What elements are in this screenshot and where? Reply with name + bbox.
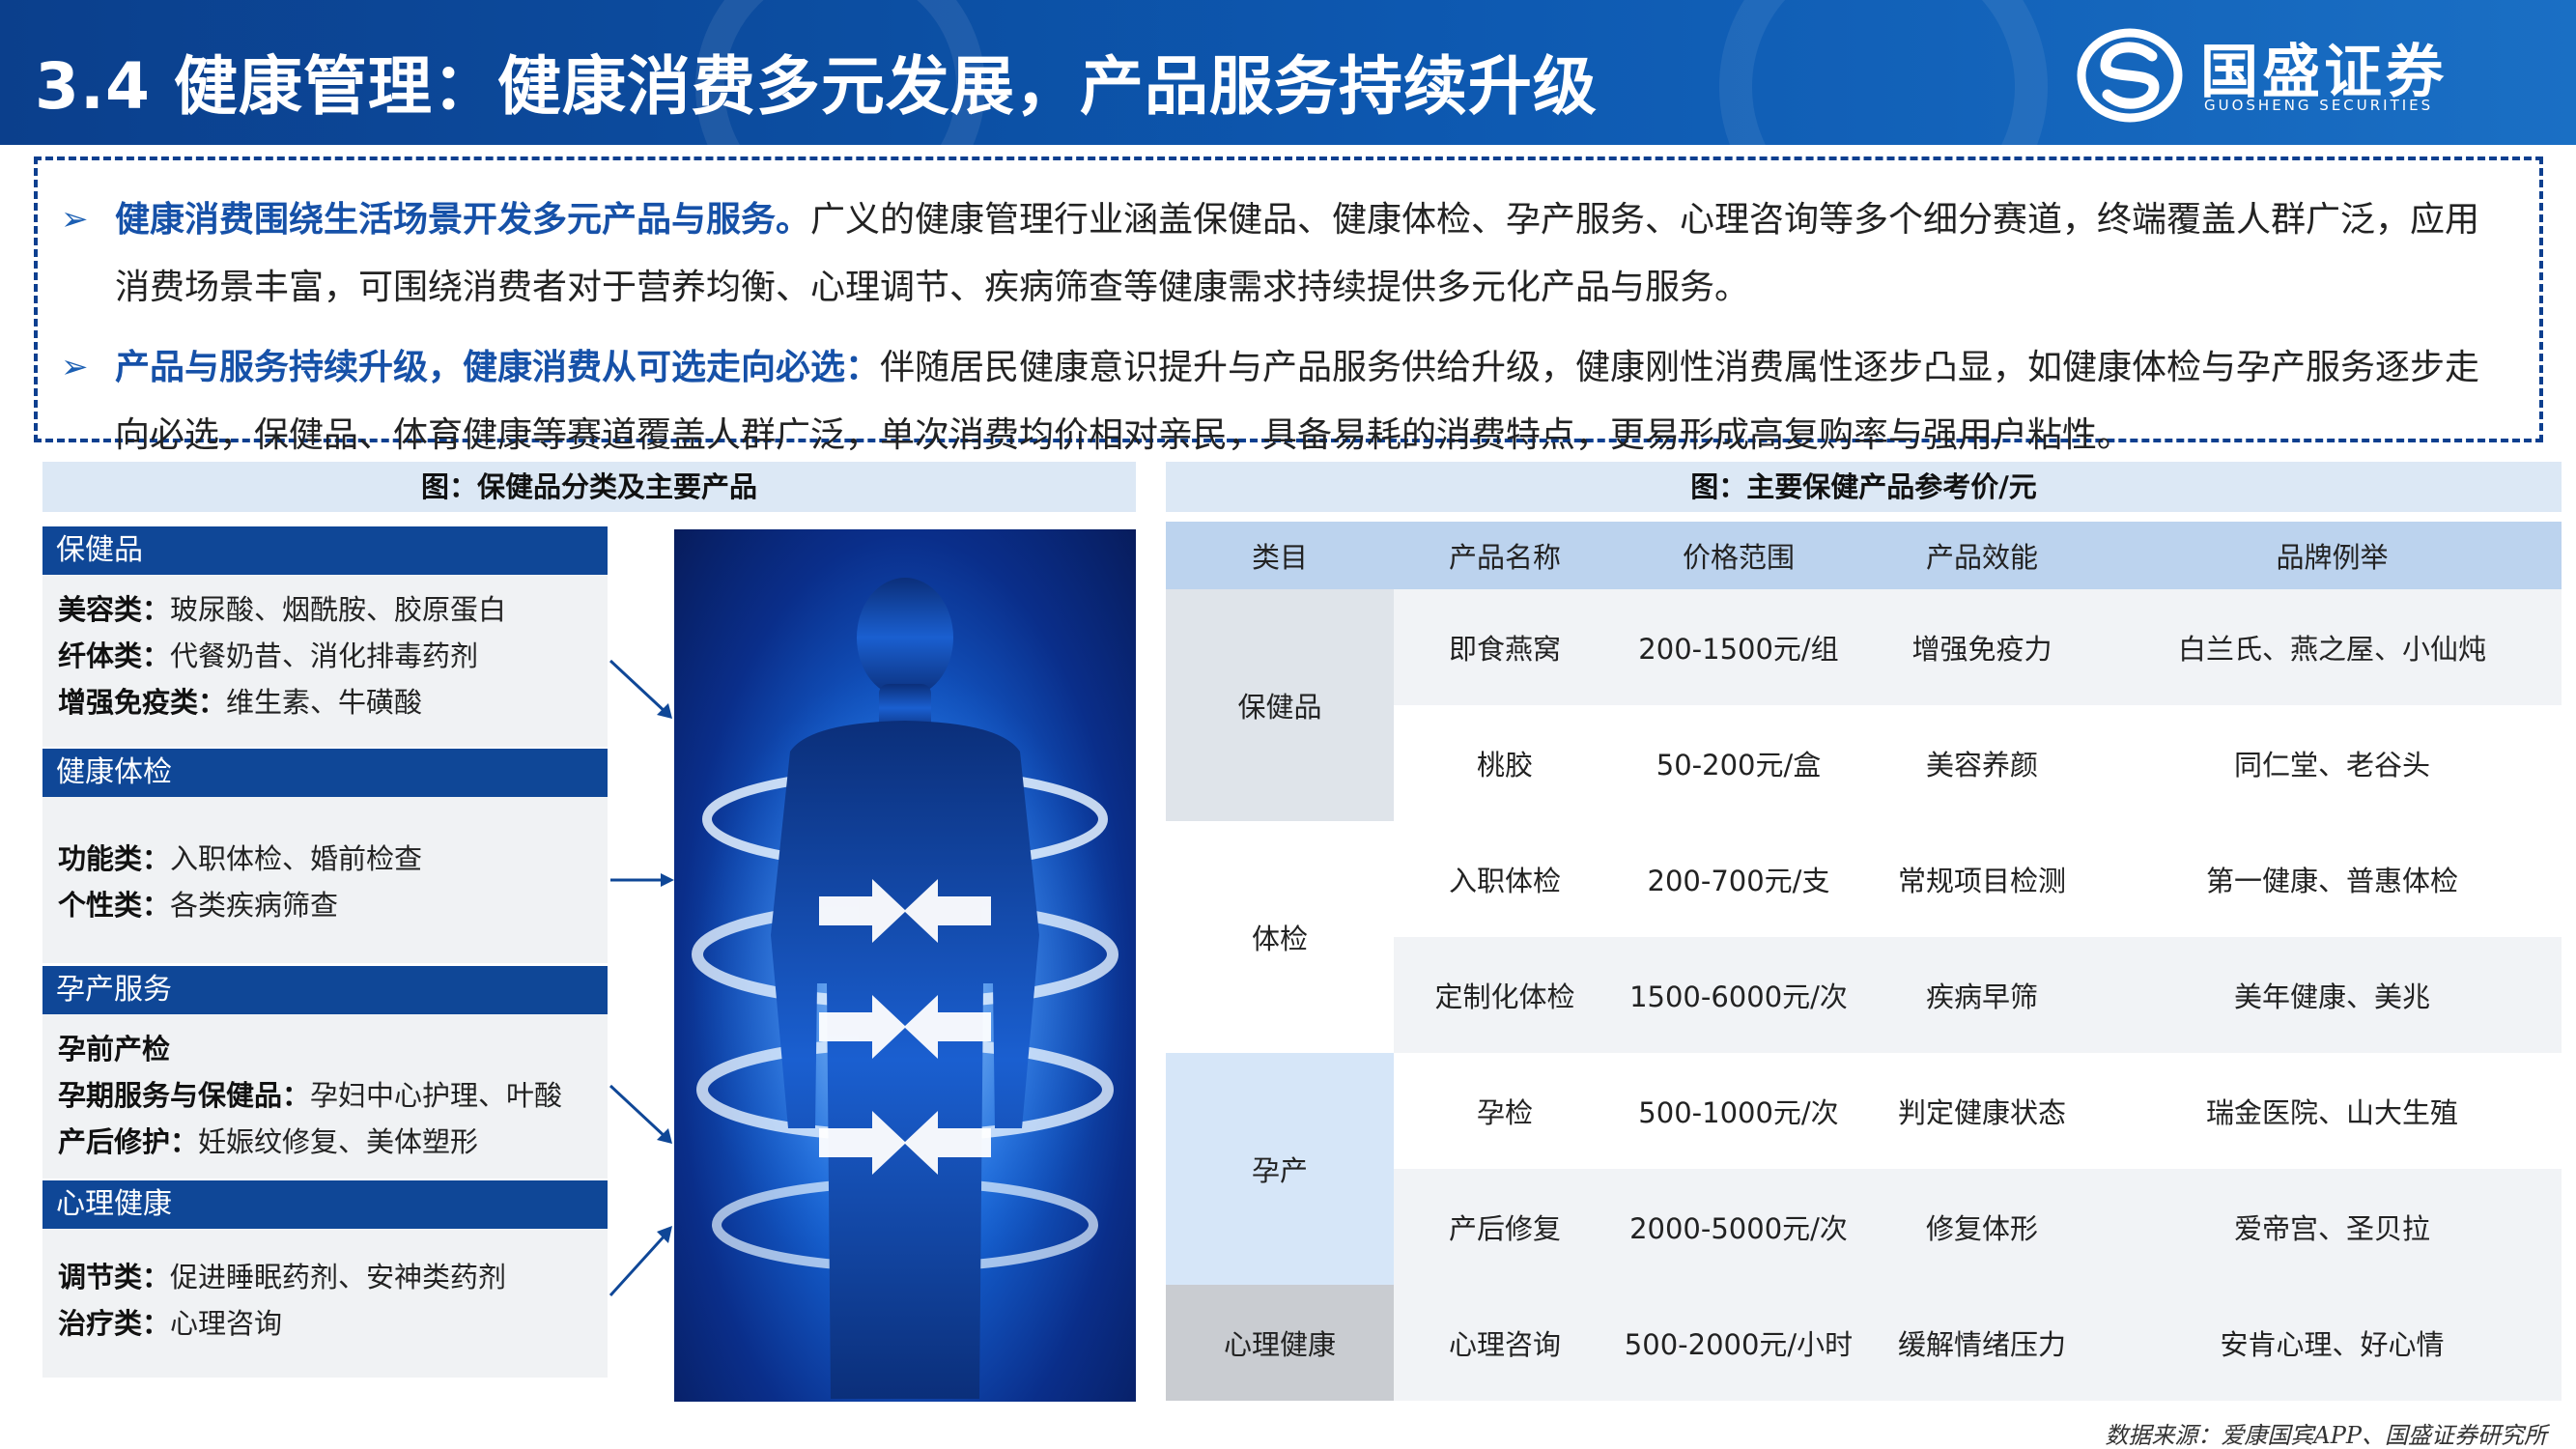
price-cell: 200-700元/支 xyxy=(1647,865,1830,897)
category-cell: 心理健康 xyxy=(1166,1285,1394,1401)
category-header: 心理健康 xyxy=(42,1180,608,1229)
product-cell: 即食燕窝 xyxy=(1394,589,1616,705)
category-line: 孕期服务与保健品：孕妇中心护理、叶酸 xyxy=(58,1079,563,1112)
product-cell: 定制化体检 xyxy=(1394,937,1616,1053)
logo-subtitle: GUOSHENG SECURITIES xyxy=(2204,97,2434,114)
price-cell: 2000-5000元/次 xyxy=(1616,1169,1861,1285)
efficacy-cell: 缓解情绪压力 xyxy=(1861,1285,2103,1401)
price-cell: 50-200元/盒 xyxy=(1656,749,1822,781)
category-line: 产后修护：妊娠纹修复、美体塑形 xyxy=(58,1125,479,1158)
category-line: 增强免疫类：维生素、牛磺酸 xyxy=(58,686,423,719)
efficacy-cell: 疾病早筛 xyxy=(1861,937,2103,1053)
efficacy-cell: 美容养颜 xyxy=(1925,749,2038,781)
category-line: 治疗类：心理咨询 xyxy=(58,1307,283,1340)
brand-cell: 美年健康、美兆 xyxy=(2103,937,2562,1053)
category-body: 功能类：入职体检、婚前检查 个性类：各类疾病筛查 xyxy=(42,797,608,963)
category-line: 调节类：促进睡眠药剂、安神类药剂 xyxy=(58,1261,507,1293)
column-header: 价格范围 xyxy=(1616,522,1861,589)
category-line: 孕前产检 xyxy=(58,1033,171,1065)
category-line: 纤体类：代餐奶昔、消化排毒药剂 xyxy=(58,639,479,672)
column-header: 类目 xyxy=(1166,522,1394,589)
product-cell: 产后修复 xyxy=(1394,1169,1616,1285)
category-cell: 孕产 xyxy=(1166,1053,1394,1285)
page-title: 3.4 健康管理：健康消费多元发展，产品服务持续升级 xyxy=(35,49,1598,124)
arrow-bullet-icon: ➢ xyxy=(61,200,89,239)
column-header: 产品效能 xyxy=(1861,522,2103,589)
category-header: 保健品 xyxy=(42,526,608,575)
category-body: 孕前产检 孕期服务与保健品：孕妇中心护理、叶酸 产后修护：妊娠纹修复、美体塑形 xyxy=(42,1014,608,1179)
intro-bullet: ➢ 健康消费围绕生活场景开发多元产品与服务。广义的健康管理行业涵盖保健品、健康体… xyxy=(61,185,2510,322)
bullet-lead: 产品与服务持续升级，健康消费从可选走向必选： xyxy=(115,347,881,387)
brand-cell: 瑞金医院、山大生殖 xyxy=(2205,1096,2458,1129)
company-logo: 国盛证券 GUOSHENG SECURITIES xyxy=(2077,21,2540,128)
brand-cell: 第一健康、普惠体检 xyxy=(2205,865,2458,897)
category-cell: 保健品 xyxy=(1166,589,1394,821)
brand-cell: 同仁堂、老谷头 xyxy=(2233,749,2430,781)
efficacy-cell: 判定健康状态 xyxy=(1897,1096,2066,1129)
category-cell: 体检 xyxy=(1166,821,1394,1053)
intro-box: ➢ 健康消费围绕生活场景开发多元产品与服务。广义的健康管理行业涵盖保健品、健康体… xyxy=(34,156,2543,455)
data-source-note: 数据来源：爱康国宾APP、国盛证券研究所 xyxy=(2105,1422,2547,1449)
page-header: 3.4 健康管理：健康消费多元发展，产品服务持续升级 国盛证券 GUOSHENG… xyxy=(0,0,2576,145)
header-watermark xyxy=(1719,0,2048,145)
product-cell: 心理咨询 xyxy=(1394,1285,1616,1401)
category-header: 健康体检 xyxy=(42,749,608,797)
product-cell: 入职体检 xyxy=(1394,821,1616,937)
connector-arrow-icon xyxy=(609,1226,672,1297)
price-table: 类目 产品名称 价格范围 产品效能 品牌例举 保健品 即食燕窝 200-1500… xyxy=(1166,522,2562,1401)
brand-cell: 白兰氏、燕之屋、小仙炖 xyxy=(2103,589,2562,705)
column-header: 品牌例举 xyxy=(2103,522,2562,589)
right-figure-title: 图：主要保健产品参考价/元 xyxy=(1166,462,2562,512)
category-body: 调节类：促进睡眠药剂、安神类药剂 治疗类：心理咨询 xyxy=(42,1229,608,1378)
table-row: 心理健康 心理咨询 500-2000元/小时 缓解情绪压力 安肯心理、好心情 xyxy=(1166,1285,2562,1401)
arrow-bullet-icon: ➢ xyxy=(61,348,89,386)
price-cell: 500-2000元/小时 xyxy=(1616,1285,1861,1401)
human-body-illustration xyxy=(674,529,1136,1402)
price-cell: 1500-6000元/次 xyxy=(1616,937,1861,1053)
logo-mark-icon xyxy=(2077,28,2183,123)
column-header: 产品名称 xyxy=(1394,522,1616,589)
product-cell: 桃胶 xyxy=(1476,749,1533,781)
brand-cell: 安肯心理、好心情 xyxy=(2103,1285,2562,1401)
category-line: 功能类：入职体检、婚前检查 xyxy=(58,842,423,875)
connector-arrow-icon xyxy=(610,873,674,887)
category-header: 孕产服务 xyxy=(42,966,608,1014)
table-header-row: 类目 产品名称 价格范围 产品效能 品牌例举 xyxy=(1166,522,2562,589)
product-cell: 孕检 xyxy=(1476,1096,1533,1129)
category-line: 美容类：玻尿酸、烟酰胺、胶原蛋白 xyxy=(58,593,507,626)
price-cell: 500-1000元/次 xyxy=(1638,1096,1839,1129)
efficacy-cell: 增强免疫力 xyxy=(1861,589,2103,705)
bullet-lead: 健康消费围绕生活场景开发多元产品与服务。 xyxy=(115,199,811,240)
brand-cell: 爱帝宫、圣贝拉 xyxy=(2103,1169,2562,1285)
category-line: 个性类：各类疾病筛查 xyxy=(58,889,339,922)
efficacy-cell: 修复体形 xyxy=(1861,1169,2103,1285)
table-row: 体检 入职体检 200-700元/支 常规项目检测 第一健康、普惠体检 xyxy=(1166,821,2562,1053)
efficacy-cell: 常规项目检测 xyxy=(1897,865,2066,897)
left-figure-title: 图：保健品分类及主要产品 xyxy=(42,462,1136,512)
connector-arrow-icon xyxy=(609,1084,672,1144)
price-cell: 200-1500元/组 xyxy=(1616,589,1861,705)
table-row: 孕产 孕检 500-1000元/次 判定健康状态 瑞金医院、山大生殖 xyxy=(1166,1053,2562,1285)
table-row: 保健品 即食燕窝 200-1500元/组 增强免疫力 白兰氏、燕之屋、小仙炖 xyxy=(1166,589,2562,821)
intro-bullet: ➢ 产品与服务持续升级，健康消费从可选走向必选：伴随居民健康意识提升与产品服务供… xyxy=(61,333,2510,469)
connector-arrow-icon xyxy=(609,659,672,719)
category-body: 美容类：玻尿酸、烟酰胺、胶原蛋白 纤体类：代餐奶昔、消化排毒药剂 增强免疫类：维… xyxy=(42,575,608,747)
